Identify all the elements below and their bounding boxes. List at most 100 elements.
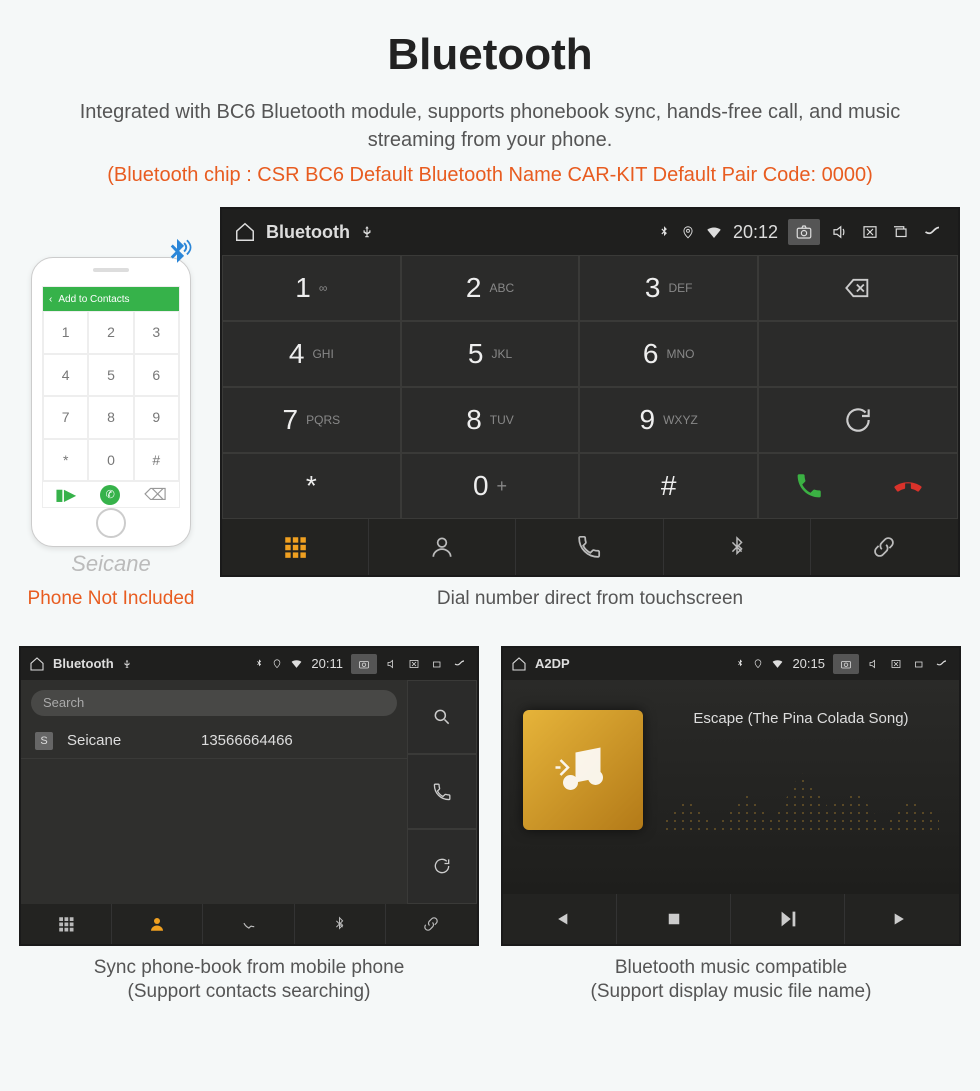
contacts-statusbar: Bluetooth 20:11: [21, 648, 477, 680]
dial-key-6[interactable]: 6MNO: [579, 321, 758, 387]
tab-keypad[interactable]: [21, 904, 112, 944]
phone-key[interactable]: #: [134, 439, 179, 482]
location-icon: [753, 657, 763, 670]
recent-apps-icon[interactable]: [911, 658, 925, 670]
close-icon[interactable]: [407, 658, 421, 670]
home-icon[interactable]: [29, 656, 45, 672]
call-controls: [758, 453, 958, 519]
dial-key-3[interactable]: 3DEF: [579, 255, 758, 321]
tab-bluetooth[interactable]: [664, 519, 811, 575]
contact-row[interactable]: S Seicane 13566664466: [21, 724, 407, 759]
recent-apps-icon[interactable]: [429, 658, 443, 670]
dial-key-hash[interactable]: #: [579, 453, 758, 519]
contacts-caption: Sync phone-book from mobile phone (Suppo…: [19, 956, 479, 1005]
close-icon[interactable]: [860, 223, 880, 241]
phone-key[interactable]: 8: [88, 396, 133, 439]
contacts-body: Search S Seicane 13566664466: [21, 680, 407, 904]
dial-key-0[interactable]: 0+: [401, 453, 580, 519]
track-title: Escape (The Pina Colada Song): [663, 710, 939, 727]
tab-recent[interactable]: [516, 519, 663, 575]
next-track-button[interactable]: [845, 894, 959, 944]
contacts-search[interactable]: Search: [31, 690, 397, 716]
music-device: A2DP 20:15 Escape (The Pina Colada Song): [501, 646, 961, 946]
phone-video-icon[interactable]: ▮▶: [55, 485, 76, 505]
phone-key[interactable]: 1: [43, 311, 88, 354]
tab-pair[interactable]: [811, 519, 958, 575]
dial-key-1[interactable]: 1∞: [222, 255, 401, 321]
home-icon[interactable]: [234, 221, 256, 243]
dial-key-2[interactable]: 2ABC: [401, 255, 580, 321]
tab-bluetooth[interactable]: [295, 904, 386, 944]
bluetooth-signal-icon: [160, 236, 194, 270]
backspace-button[interactable]: [758, 255, 958, 321]
refresh-icon[interactable]: [407, 829, 477, 904]
phone-dial-icon[interactable]: ✆: [100, 485, 120, 505]
phone-key[interactable]: 0: [88, 439, 133, 482]
dialer-column: Bluetooth 20:12 1∞ 2ABC 3DEF 4GH: [220, 207, 960, 612]
stop-button[interactable]: [617, 894, 731, 944]
phone-key[interactable]: *: [43, 439, 88, 482]
dial-key-7[interactable]: 7PQRS: [222, 387, 401, 453]
back-icon[interactable]: [933, 658, 951, 670]
hangup-button[interactable]: [858, 471, 957, 501]
home-icon[interactable]: [511, 656, 527, 672]
watermark: Seicane: [20, 551, 202, 577]
phone-screen: ‹ Add to Contacts 1 2 3 4 5 6 7 8 9 * 0 …: [42, 286, 180, 508]
dialer-caption: Dial number direct from touchscreen: [220, 587, 960, 612]
phone-key[interactable]: 3: [134, 311, 179, 354]
back-icon[interactable]: [920, 223, 946, 241]
dial-key-9[interactable]: 9WXYZ: [579, 387, 758, 453]
dial-key-8[interactable]: 8TUV: [401, 387, 580, 453]
call-icon[interactable]: [407, 754, 477, 829]
tab-contacts[interactable]: [369, 519, 516, 575]
volume-icon[interactable]: [867, 658, 881, 670]
dialer-statusbar-title: Bluetooth: [266, 222, 350, 243]
phone-key[interactable]: 2: [88, 311, 133, 354]
phone-key[interactable]: 4: [43, 354, 88, 397]
phone-mockup: ‹ Add to Contacts 1 2 3 4 5 6 7 8 9 * 0 …: [31, 257, 191, 547]
screenshot-icon[interactable]: [833, 654, 859, 674]
phone-caption: Phone Not Included: [20, 587, 202, 612]
album-art: [523, 710, 643, 830]
screenshot-icon[interactable]: [788, 219, 820, 245]
dial-key-5[interactable]: 5JKL: [401, 321, 580, 387]
music-visualizer: Escape (The Pina Colada Song): [663, 710, 939, 864]
phone-key[interactable]: 6: [134, 354, 179, 397]
tab-pair[interactable]: [386, 904, 477, 944]
phone-key[interactable]: 9: [134, 396, 179, 439]
contact-name: Seicane: [67, 732, 187, 749]
contact-number: 13566664466: [201, 732, 293, 749]
recent-apps-icon[interactable]: [890, 223, 910, 241]
music-body: Escape (The Pina Colada Song): [503, 680, 959, 894]
play-pause-button[interactable]: [731, 894, 845, 944]
volume-icon[interactable]: [830, 223, 850, 241]
wifi-icon: [705, 223, 723, 241]
contacts-statusbar-title: Bluetooth: [53, 656, 114, 671]
location-icon: [681, 223, 695, 241]
phone-key[interactable]: 5: [88, 354, 133, 397]
location-icon: [272, 657, 282, 670]
usb-icon: [122, 659, 132, 669]
back-icon[interactable]: [451, 658, 469, 670]
wifi-icon: [290, 657, 303, 670]
refresh-button[interactable]: [758, 387, 958, 453]
prev-track-button[interactable]: [503, 894, 617, 944]
phone-key[interactable]: 7: [43, 396, 88, 439]
volume-icon[interactable]: [385, 658, 399, 670]
spec-line: (Bluetooth chip : CSR BC6 Default Blueto…: [20, 164, 960, 187]
phone-keypad: 1 2 3 4 5 6 7 8 9 * 0 #: [43, 311, 179, 481]
tab-contacts[interactable]: [112, 904, 203, 944]
search-icon[interactable]: [407, 680, 477, 755]
dial-keypad: 1∞ 2ABC 3DEF 4GHI 5JKL 6MNO 7PQRS 8TUV 9…: [222, 255, 758, 519]
phone-backspace-icon[interactable]: ⌫: [144, 485, 167, 505]
phone-bottom-bar: ▮▶ ✆ ⌫: [43, 481, 179, 507]
phone-app-header-text: Add to Contacts: [58, 294, 129, 305]
call-button[interactable]: [759, 471, 858, 501]
dial-key-star[interactable]: *: [222, 453, 401, 519]
tab-recent[interactable]: [203, 904, 294, 944]
screenshot-icon[interactable]: [351, 654, 377, 674]
close-icon[interactable]: [889, 658, 903, 670]
tab-keypad[interactable]: [222, 519, 369, 575]
dial-key-4[interactable]: 4GHI: [222, 321, 401, 387]
dialer-time: 20:12: [733, 222, 778, 243]
